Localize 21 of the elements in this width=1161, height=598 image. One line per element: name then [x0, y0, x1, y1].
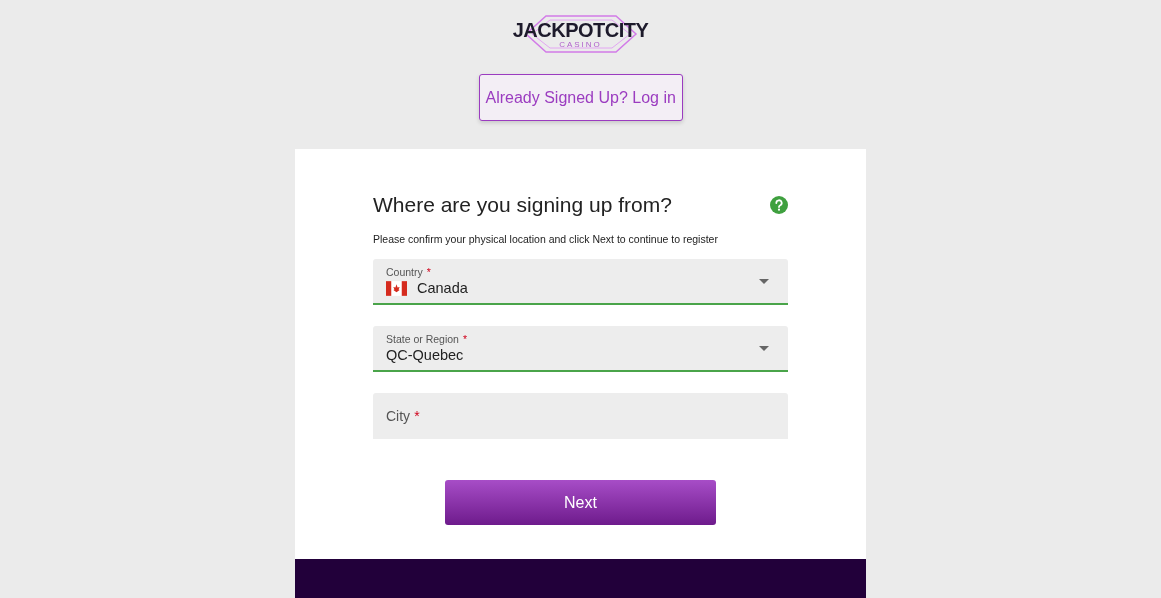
country-select[interactable]: Country * Canada [373, 259, 788, 305]
instructions-text: Please confirm your physical location and click Next to continue to register [373, 233, 719, 245]
logo-tagline: CASINO [559, 39, 602, 49]
required-mark: * [414, 407, 420, 424]
field-label: Country [386, 266, 423, 278]
required-mark: * [462, 333, 468, 345]
field-value: QC-Quebec [386, 347, 464, 363]
help-icon[interactable] [770, 196, 788, 214]
form-title: Where are you signing up from? [373, 193, 672, 217]
field-value: Canada [417, 280, 468, 296]
region-select[interactable]: State or Region * QC-Quebec [373, 326, 788, 372]
login-button[interactable]: Already Signed Up? Log in [478, 74, 683, 121]
city-field[interactable]: City * [373, 393, 788, 439]
required-mark: * [426, 266, 431, 278]
next-button[interactable]: Next [445, 480, 716, 525]
field-label: State or Region [386, 333, 459, 345]
field-label: City [386, 407, 411, 424]
flag-icon [386, 280, 407, 296]
caret-icon [759, 278, 769, 284]
caret-icon [759, 345, 769, 351]
logo-wordmark: JACKPOTCITY [512, 19, 649, 40]
